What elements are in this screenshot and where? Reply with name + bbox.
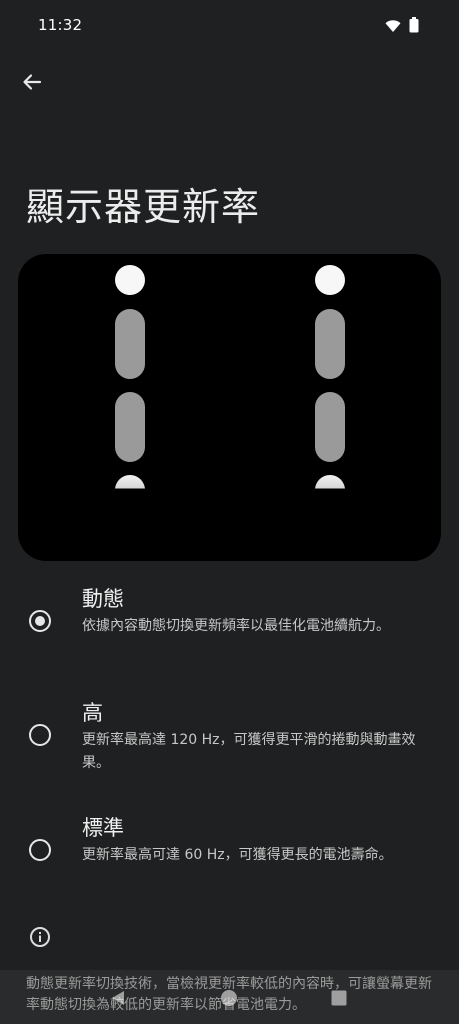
wifi-icon [385, 18, 401, 37]
recents-square-icon [330, 989, 348, 1011]
option-description: 依據內容動態切換更新頻率以最佳化電池續航力。 [82, 618, 390, 634]
option-description: 更新率最高達 120 Hz，可獲得更平滑的捲動與動畫效果。 [82, 732, 416, 771]
info-icon [29, 926, 51, 948]
nav-recents-button[interactable] [325, 986, 353, 1014]
radio-high[interactable] [29, 724, 51, 746]
nav-back-button[interactable] [104, 986, 132, 1014]
battery-icon [409, 17, 419, 37]
preview-half-dot [115, 475, 145, 489]
option-title: 高 [82, 701, 103, 725]
status-time: 11:32 [38, 16, 83, 34]
home-circle-icon [220, 989, 238, 1011]
preview-pill [115, 392, 145, 462]
option-title: 標準 [82, 816, 124, 840]
navigation-bar [0, 980, 459, 1020]
preview-lane-right [314, 254, 346, 504]
preview-dot [315, 265, 345, 295]
preview-half-dot [315, 475, 345, 489]
nav-home-button[interactable] [215, 986, 243, 1014]
preview-pill [315, 392, 345, 462]
preview-pill [115, 309, 145, 379]
radio-dynamic[interactable] [29, 610, 51, 632]
preview-dot [115, 265, 145, 295]
option-description: 更新率最高可達 60 Hz，可獲得更長的電池壽命。 [82, 847, 393, 863]
option-title: 動態 [82, 587, 124, 611]
arrow-back-icon [22, 72, 42, 96]
radio-standard[interactable] [29, 839, 51, 861]
preview-lane-left [114, 254, 146, 504]
refresh-rate-preview [18, 254, 441, 561]
status-bar: 11:32 [0, 0, 459, 52]
back-triangle-icon [109, 989, 127, 1011]
status-icons [385, 17, 419, 37]
preview-pill [315, 309, 345, 379]
page-title: 顯示器更新率 [26, 185, 261, 229]
back-button[interactable] [14, 66, 50, 102]
